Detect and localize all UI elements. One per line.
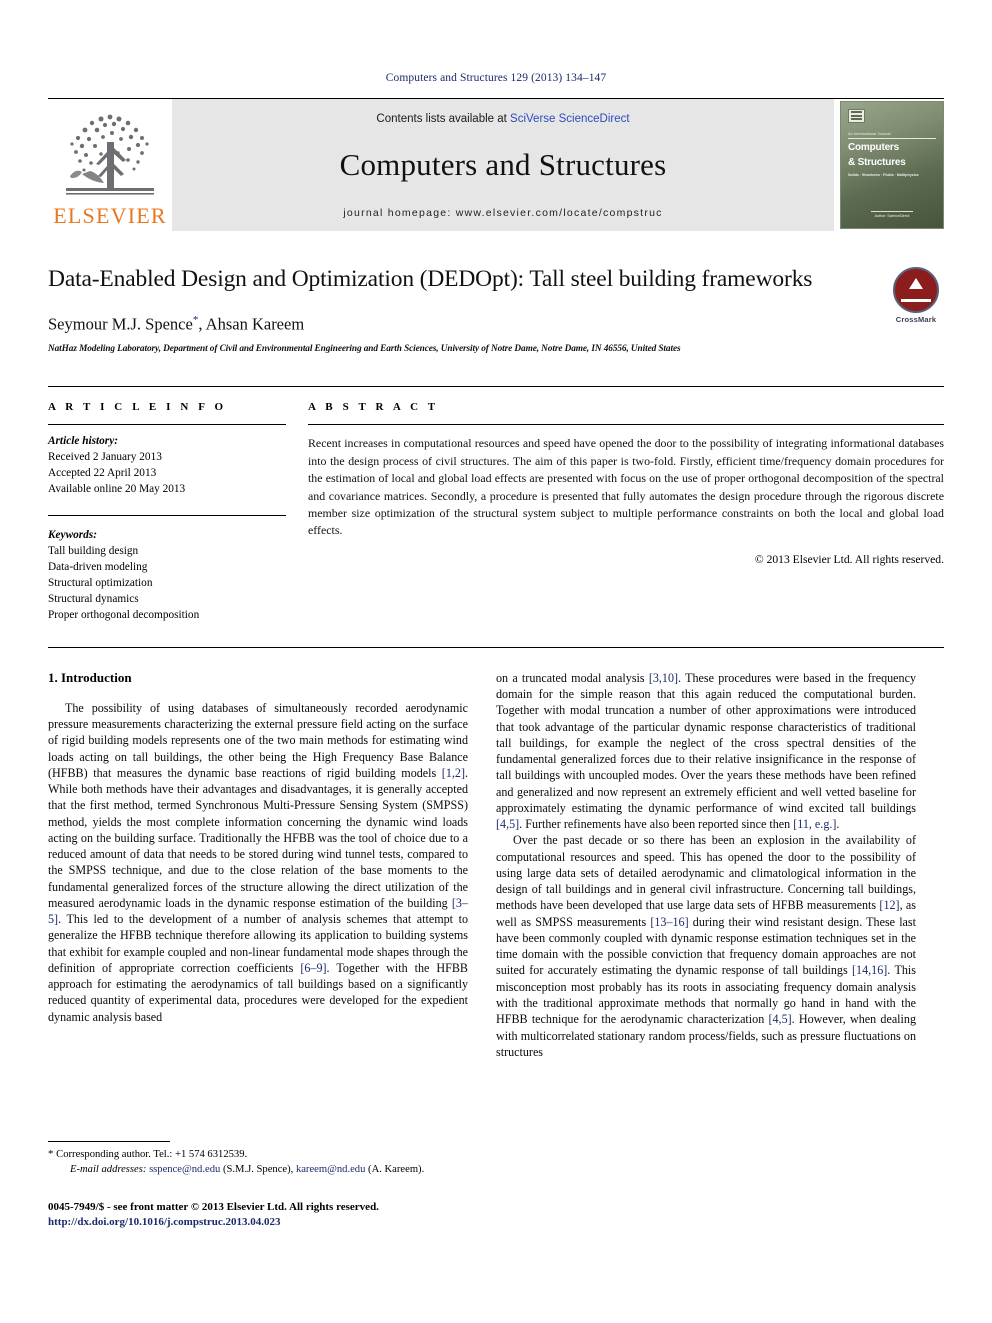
crossmark-badge[interactable]: CrossMark — [888, 267, 944, 324]
page-title: Data-Enabled Design and Optimization (DE… — [48, 266, 813, 292]
elsevier-wordmark: ELSEVIER — [53, 203, 167, 228]
article-info-column: A R T I C L E I N F O Article history: R… — [48, 401, 286, 622]
footnote-zone: * Corresponding author. Tel.: +1 574 631… — [48, 1141, 468, 1229]
citation-ref[interactable]: [4,5] — [768, 1012, 791, 1026]
history-item: Received 2 January 2013 — [48, 451, 162, 464]
contents-list-line: Contents lists available at SciVerse Sci… — [376, 113, 629, 125]
cover-footer: Author: ScienceDirect — [841, 211, 943, 218]
crossmark-icon — [893, 267, 939, 313]
email-note: E-mail addresses: sspence@nd.edu (S.M.J.… — [48, 1163, 468, 1178]
keyword-item: Structural optimization — [48, 576, 153, 589]
keywords-label: Keywords: — [48, 528, 97, 541]
footnote-star: * — [48, 1148, 54, 1161]
abstract-text: Recent increases in computational resour… — [308, 436, 944, 538]
corresponding-author-note: * Corresponding author. Tel.: +1 574 631… — [48, 1147, 468, 1163]
email-owner-1: (S.M.J. Spence), — [220, 1164, 296, 1176]
title-block: Data-Enabled Design and Optimization (DE… — [48, 265, 944, 354]
abstract-heading: A B S T R A C T — [308, 401, 439, 414]
article-history-label: Article history: — [48, 435, 118, 448]
citation-ref[interactable]: [14,16] — [852, 963, 887, 977]
paragraph-intro-1: The possibility of using databases of si… — [48, 700, 468, 1025]
citation-ref[interactable]: [12] — [879, 898, 899, 912]
citation-ref[interactable]: [3,10] — [649, 671, 678, 685]
cover-subtitle: Solids · Structures · Fluids · Multiphys… — [848, 172, 919, 177]
article-history-group: Article history: Received 2 January 2013… — [48, 433, 286, 497]
journal-title: Computers and Structures — [339, 147, 667, 182]
paragraph-intro-2: Over the past decade or so there has bee… — [496, 832, 916, 1060]
crossmark-label: CrossMark — [895, 315, 937, 324]
keyword-item: Data-driven modeling — [48, 560, 148, 573]
cover-title-line1: Computers — [848, 142, 899, 153]
journal-homepage[interactable]: journal homepage: www.elsevier.com/locat… — [172, 207, 834, 219]
keywords-group: Keywords: Tall building design Data-driv… — [48, 514, 286, 623]
email-owner-2: (A. Kareem). — [365, 1164, 425, 1176]
paragraph-intro-1-cont: on a truncated modal analysis [3,10]. Th… — [496, 670, 916, 833]
issn-line: 0045-7949/$ - see front matter © 2013 El… — [48, 1201, 379, 1214]
cover-rule — [848, 138, 936, 139]
email-label: E-mail addresses: — [70, 1164, 147, 1176]
journal-cover-thumbnail: An International Journal Computers & Str… — [840, 101, 944, 229]
para-text: Over the past decade or so there has bee… — [496, 833, 916, 913]
para-text: . While both methods have their advantag… — [48, 765, 468, 910]
cover-footer-text: Author: ScienceDirect — [874, 214, 910, 218]
citation-ref[interactable]: [11, e.g.] — [793, 817, 836, 831]
body-column-left: 1. Introduction The possibility of using… — [48, 670, 468, 1230]
keyword-item: Structural dynamics — [48, 592, 139, 605]
body-columns: 1. Introduction The possibility of using… — [48, 670, 944, 1230]
citation-ref[interactable]: [4,5] — [496, 817, 519, 831]
para-text: on a truncated modal analysis — [496, 670, 649, 685]
citation-ref[interactable]: [13–16] — [650, 915, 688, 929]
author-1: Seymour M.J. Spence — [48, 314, 193, 334]
journal-masthead: ELSEVIER Contents lists available at Sci… — [48, 98, 944, 231]
abstract-divider — [308, 424, 944, 426]
author-list: Seymour M.J. Spence*, Ahsan Kareem — [48, 314, 848, 335]
cover-kicker: An International Journal — [848, 132, 891, 136]
keyword-item: Proper orthogonal decomposition — [48, 608, 200, 621]
article-info-divider — [48, 424, 286, 426]
cover-title-line2: & Structures — [848, 156, 906, 168]
elsevier-logo: ELSEVIER — [48, 99, 172, 231]
para-text: The possibility of using databases of si… — [48, 700, 468, 780]
history-item: Accepted 22 April 2013 — [48, 467, 157, 480]
keyword-item: Tall building design — [48, 544, 139, 557]
paper-page: Computers and Structures 129 (2013) 134–… — [0, 0, 992, 1323]
running-head: Computers and Structures 129 (2013) 134–… — [385, 72, 607, 84]
citation-ref[interactable]: [6–9] — [300, 961, 326, 975]
para-text: . — [836, 817, 840, 832]
body-column-right: on a truncated modal analysis [3,10]. Th… — [496, 670, 916, 1230]
contents-prefix: Contents lists available at — [376, 113, 511, 125]
para-text: . Further refinements have also been rep… — [519, 817, 794, 832]
journal-banner: Contents lists available at SciVerse Sci… — [172, 99, 834, 231]
cover-badge-icon — [848, 109, 865, 123]
email-link-1[interactable]: sspence@nd.edu — [149, 1164, 220, 1175]
author-2: , Ahsan Kareem — [198, 314, 305, 334]
citation-ref[interactable]: [1,2] — [442, 766, 465, 780]
affiliation: NatHaz Modeling Laboratory, Department o… — [48, 344, 681, 355]
info-abstract-region: A R T I C L E I N F O Article history: R… — [48, 386, 944, 622]
imprint-block: 0045-7949/$ - see front matter © 2013 El… — [48, 1200, 468, 1230]
footnote-rule — [48, 1141, 170, 1143]
sciencedirect-link[interactable]: SciVerse ScienceDirect — [510, 113, 630, 125]
body-divider — [48, 646, 944, 648]
corresponding-author-text: Corresponding author. Tel.: +1 574 63125… — [56, 1149, 248, 1161]
elsevier-tree-icon — [58, 108, 162, 204]
article-info-heading: A R T I C L E I N F O — [48, 401, 227, 414]
email-link-2[interactable]: kareem@nd.edu — [296, 1164, 365, 1175]
section-heading-introduction: 1. Introduction — [48, 669, 132, 685]
abstract-column: A B S T R A C T Recent increases in comp… — [308, 401, 944, 622]
history-item: Available online 20 May 2013 — [48, 483, 186, 496]
doi-link[interactable]: http://dx.doi.org/10.1016/j.compstruc.20… — [48, 1215, 468, 1230]
abstract-copyright: © 2013 Elsevier Ltd. All rights reserved… — [754, 552, 944, 566]
para-text: . These procedures were based in the fre… — [496, 670, 916, 815]
